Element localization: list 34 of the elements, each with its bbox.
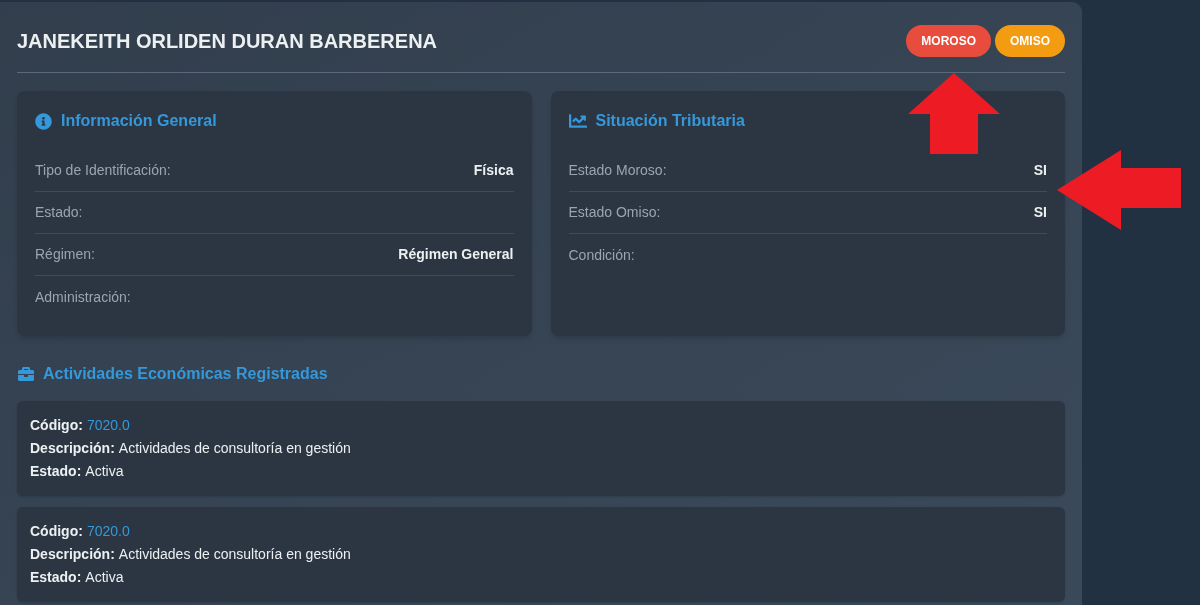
field-label: Estado Omiso: (568, 203, 661, 222)
field-label: Código: (30, 522, 83, 541)
section-title: Actividades Económicas Registradas (43, 364, 328, 384)
field-label: Estado: (30, 462, 82, 481)
field-label: Estado Moroso: (568, 161, 667, 180)
field-value: Régimen General (398, 245, 514, 264)
field-value: SI (1033, 161, 1047, 180)
status-badge: MOROSO (906, 25, 991, 57)
field-value: 7020.0 (86, 416, 130, 435)
field-value: Física (473, 161, 514, 180)
info-icon (35, 112, 52, 130)
field-label: Descripción: (30, 439, 115, 458)
field-value: SI (1033, 203, 1047, 222)
status-badge: OMISO (995, 25, 1065, 57)
field-value: Activa (85, 568, 124, 587)
field-label: Código: (30, 416, 83, 435)
briefcase-icon (17, 366, 35, 382)
field-label: Condición: (568, 245, 635, 265)
field-value: 7020.0 (86, 522, 130, 541)
field-label: Administración: (35, 287, 131, 307)
left-arrow-icon (1057, 150, 1181, 230)
field-label: Estado: (30, 568, 82, 587)
line-chart-icon (568, 112, 587, 130)
field-label: Descripción: (30, 545, 115, 564)
taxpayer-name: JANEKEITH ORLIDEN DURAN BARBERENA (17, 29, 438, 54)
field-label: Régimen: (35, 245, 95, 264)
card-title: Información General (61, 111, 217, 131)
field-value: Actividades de consultoría en gestión (118, 545, 351, 564)
up-arrow-icon (908, 73, 1000, 154)
field-label: Tipo de Identificación: (35, 161, 171, 180)
field-value: Activa (85, 462, 124, 481)
field-label: Estado: (35, 203, 83, 222)
field-value: Actividades de consultoría en gestión (118, 439, 351, 458)
card-title: Situación Tributaria (595, 111, 745, 131)
